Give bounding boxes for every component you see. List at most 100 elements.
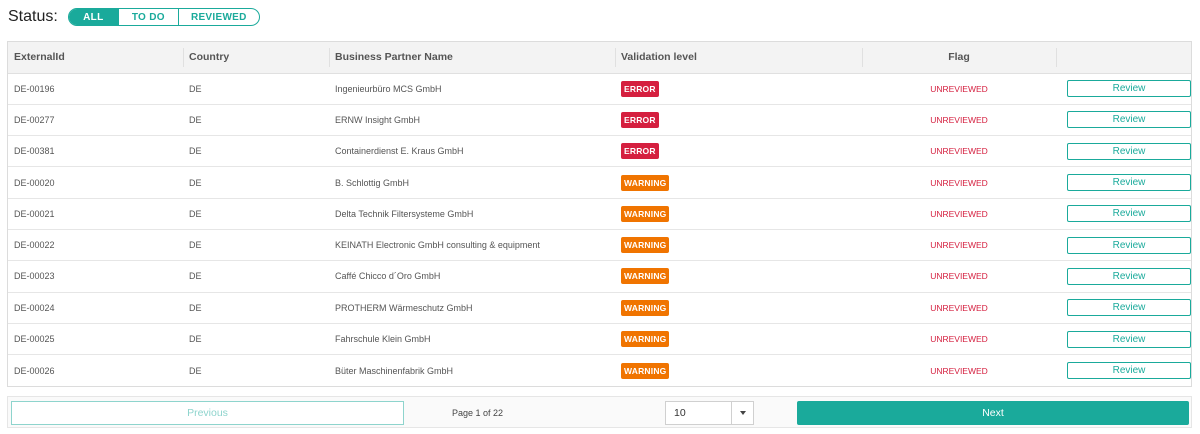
cell-business-partner-name: Ingenieurbüro MCS GmbH [335, 83, 442, 94]
review-button[interactable]: Review [1067, 80, 1191, 98]
cell-externalid: DE-00381 [14, 146, 55, 157]
flag-status: UNREVIEWED [930, 83, 988, 94]
cell-validation-level: WARNING [615, 292, 862, 323]
cell-externalid: DE-00022 [14, 240, 55, 251]
table-row: DE-00026 DE Büter Maschinenfabrik GmbH WARN… [8, 355, 1191, 386]
review-button[interactable]: Review [1067, 236, 1191, 254]
table-row: DE-00023 DE Caffé Chicco d´Oro GmbH WARNING… [8, 261, 1191, 293]
column-header-flag[interactable]: Flag [862, 42, 1056, 74]
cell-actions: Review [1056, 229, 1191, 260]
flag-status: UNREVIEWED [930, 302, 988, 313]
cell-flag: UNREVIEWED [862, 198, 1056, 229]
previous-page-button[interactable]: Previous [11, 401, 404, 425]
cell-country: DE [189, 240, 202, 251]
cell-actions: Review [1056, 323, 1191, 354]
review-button[interactable]: Review [1067, 142, 1191, 160]
cell-actions: Review [1056, 198, 1191, 229]
partners-table: ExternalId Country Business Partner Name… [7, 41, 1192, 387]
next-page-button[interactable]: Next [797, 401, 1189, 425]
cell-actions: Review [1056, 261, 1191, 292]
cell-flag: UNREVIEWED [862, 292, 1056, 323]
flag-status: UNREVIEWED [930, 177, 988, 188]
cell-business-partner-name: PROTHERM Wärmeschutz GmbH [335, 302, 473, 313]
validation-level-badge: WARNING [621, 268, 670, 285]
column-header-business-partner-name[interactable]: Business Partner Name [329, 42, 615, 74]
cell-business-partner-name: Büter Maschinenfabrik GmbH [335, 365, 454, 376]
cell-externalid: DE-00277 [14, 114, 55, 125]
page-size-value: 10 [674, 407, 686, 419]
column-header-actions [1056, 42, 1191, 74]
table-row: DE-00021 DE Delta Technik Filtersysteme Gm… [8, 198, 1191, 230]
cell-flag: UNREVIEWED [862, 355, 1056, 386]
cell-externalid: DE-00026 [14, 365, 55, 376]
cell-externalid: DE-00196 [14, 83, 55, 94]
column-header-validation-level[interactable]: Validation level [615, 42, 862, 74]
column-header-country[interactable]: Country [183, 42, 329, 74]
review-button[interactable]: Review [1067, 330, 1191, 348]
cell-actions: Review [1056, 292, 1191, 323]
cell-flag: UNREVIEWED [862, 261, 1056, 292]
cell-actions: Review [1056, 167, 1191, 198]
pagination-bar: Previous Page 1 of 22 10 Next [7, 396, 1192, 428]
cell-externalid: DE-00020 [14, 177, 55, 188]
validation-level-badge: WARNING [621, 205, 670, 222]
table-header-row: ExternalId Country Business Partner Name… [8, 42, 1191, 74]
cell-business-partner-name: Containerdienst E. Kraus GmbH [335, 146, 464, 157]
cell-flag: UNREVIEWED [862, 229, 1056, 260]
cell-validation-level: ERROR [615, 104, 862, 135]
cell-country: DE [189, 365, 202, 376]
cell-business-partner-name: Caffé Chicco d´Oro GmbH [335, 271, 441, 282]
cell-business-partner-name: KEINATH Electronic GmbH consulting & equ… [335, 240, 540, 251]
cell-business-partner-name: ERNW Insight GmbH [335, 114, 421, 125]
review-button[interactable]: Review [1067, 174, 1191, 192]
column-header-externalid[interactable]: ExternalId [8, 42, 183, 74]
cell-country: DE [189, 271, 202, 282]
cell-externalid: DE-00025 [14, 334, 55, 345]
flag-status: UNREVIEWED [930, 114, 988, 125]
validation-level-badge: WARNING [621, 174, 670, 191]
validation-level-badge: WARNING [621, 362, 670, 379]
cell-flag: UNREVIEWED [862, 167, 1056, 198]
filter-all-button[interactable]: ALL [68, 9, 119, 25]
cell-validation-level: WARNING [615, 355, 862, 386]
cell-actions: Review [1056, 355, 1191, 386]
cell-validation-level: WARNING [615, 229, 862, 260]
cell-actions: Review [1056, 104, 1191, 135]
cell-externalid: DE-00021 [14, 208, 55, 219]
table-row: DE-00277 DE ERNW Insight GmbH ERROR UNREVIEW… [8, 104, 1191, 136]
flag-status: UNREVIEWED [930, 271, 988, 282]
status-label: Status: [8, 8, 58, 25]
table-row: DE-00025 DE Fahrschule Klein GmbH WARNING UN… [8, 323, 1191, 355]
filter-todo-button[interactable]: TO DO [119, 9, 179, 25]
chevron-down-icon[interactable] [731, 402, 753, 424]
table-row: DE-00196 DE Ingenieurbüro MCS GmbH ERROR UNR… [8, 73, 1191, 105]
validation-level-badge: WARNING [621, 299, 670, 316]
page-info: Page 1 of 22 [452, 408, 504, 418]
cell-validation-level: WARNING [615, 261, 862, 292]
review-button[interactable]: Review [1067, 299, 1191, 317]
validation-level-badge: ERROR [621, 111, 659, 128]
cell-flag: UNREVIEWED [862, 104, 1056, 135]
cell-country: DE [189, 146, 202, 157]
page-size-select[interactable]: 10 [665, 401, 754, 425]
filter-reviewed-button[interactable]: REVIEWED [179, 9, 259, 25]
cell-country: DE [189, 83, 202, 94]
table-row: DE-00022 DE KEINATH Electronic GmbH consul… [8, 229, 1191, 261]
review-button[interactable]: Review [1067, 111, 1191, 129]
status-segmented-control: ALL TO DO REVIEWED [67, 8, 260, 26]
cell-business-partner-name: Delta Technik Filtersysteme GmbH [335, 208, 474, 219]
validation-level-badge: ERROR [621, 80, 659, 97]
cell-country: DE [189, 177, 202, 188]
review-button[interactable]: Review [1067, 205, 1191, 223]
table-row: DE-00024 DE PROTHERM Wärmeschutz GmbH WARNI… [8, 292, 1191, 324]
validation-level-badge: ERROR [621, 143, 659, 160]
table-row: DE-00381 DE Containerdienst E. Kraus GmbH E… [8, 136, 1191, 167]
validation-level-badge: WARNING [621, 237, 670, 254]
flag-status: UNREVIEWED [930, 365, 988, 376]
cell-country: DE [189, 302, 202, 313]
cell-actions: Review [1056, 136, 1191, 167]
cell-externalid: DE-00023 [14, 271, 55, 282]
review-button[interactable]: Review [1067, 267, 1191, 285]
cell-business-partner-name: B. Schlottig GmbH [335, 177, 410, 188]
review-button[interactable]: Review [1067, 362, 1191, 380]
